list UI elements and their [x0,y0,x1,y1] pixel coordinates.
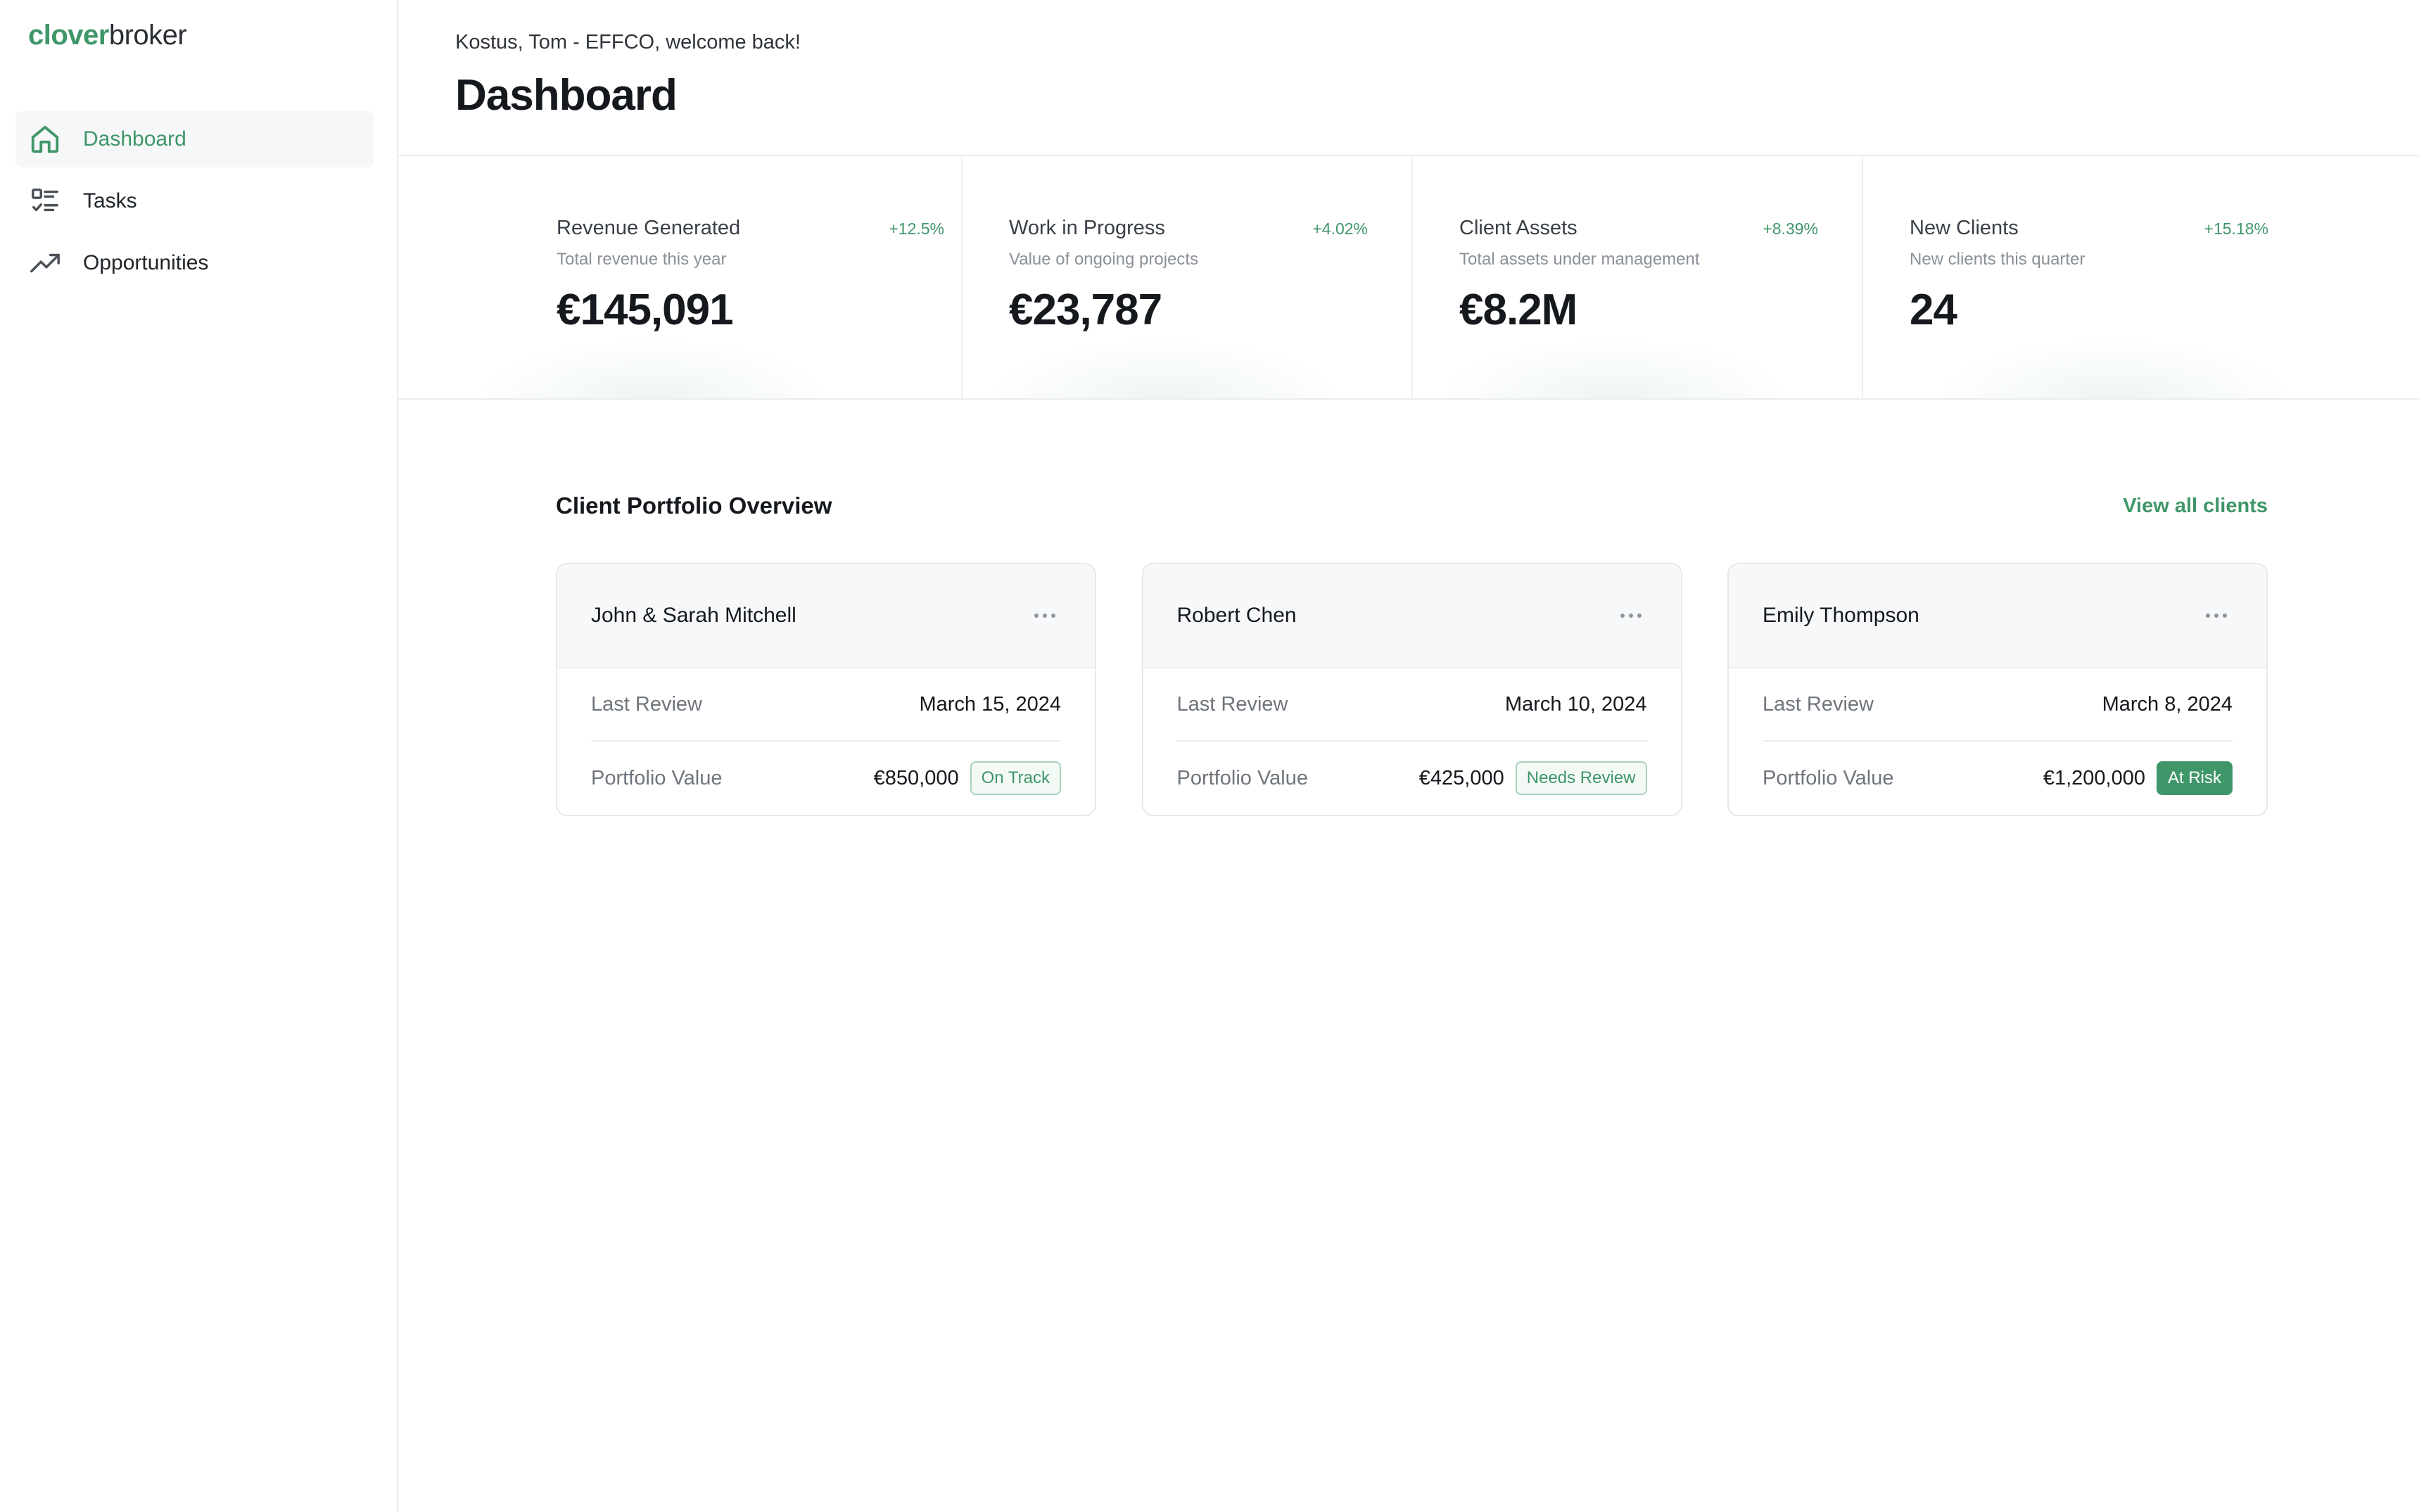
sidebar-item-label: Opportunities [83,251,209,274]
last-review-row: Last Review March 8, 2024 [1763,668,2233,742]
portfolio-value-label: Portfolio Value [1763,766,1894,789]
last-review-label: Last Review [1176,692,1288,716]
stat-value: €23,787 [1009,286,1162,334]
page-title: Dashboard [455,71,678,120]
last-review-row: Last Review March 15, 2024 [591,668,1061,742]
section-title: Client Portfolio Overview [556,493,832,519]
last-review-label: Last Review [591,692,702,716]
client-card-header: John & Sarah Mitchell [557,564,1095,668]
stats-row: Revenue Generated +12.5% Total revenue t… [398,156,2419,400]
welcome-message: Kostus, Tom - EFFCO, welcome back! [455,31,801,53]
more-options-icon[interactable] [2199,606,2234,625]
client-card-header: Robert Chen [1143,564,1681,668]
portfolio-value-label: Portfolio Value [591,766,723,789]
last-review-label: Last Review [1763,692,1874,716]
status-badge: At Risk [2156,761,2233,795]
client-card[interactable]: Robert Chen Last Review March 10, 2024 P… [1141,563,1682,816]
sidebar-nav: Dashboard Tasks Opportunities [15,111,374,297]
portfolio-value-row: Portfolio Value €1,200,000 At Risk [1763,742,2233,815]
stat-label: Work in Progress [1009,217,1165,239]
sidebar-item-label: Dashboard [83,127,186,151]
portfolio-section-header: Client Portfolio Overview View all clien… [556,493,2268,519]
app-root: cloverbroker Dashboard Tasks Opportuniti… [0,0,2419,1512]
sidebar-item-tasks[interactable]: Tasks [15,173,374,229]
home-icon [28,122,62,156]
logo-part-clover: clover [28,20,109,51]
more-options-icon[interactable] [1613,606,1649,625]
stat-value: €145,091 [557,286,734,334]
stat-card-revenue: Revenue Generated +12.5% Total revenue t… [398,156,963,398]
last-review-date: March 8, 2024 [2102,692,2233,716]
portfolio-value: €850,000 [873,766,959,789]
stat-change: +12.5% [889,220,944,238]
trending-up-icon [28,246,62,280]
stat-card-new-clients: New Clients +15.18% New clients this qua… [1863,156,2419,398]
stat-subtitle: New clients this quarter [1910,250,2085,269]
sidebar: cloverbroker Dashboard Tasks Opportuniti… [0,0,398,1512]
sidebar-item-dashboard[interactable]: Dashboard [15,111,374,167]
stat-change: +4.02% [1312,220,1368,238]
portfolio-value-row: Portfolio Value €425,000 Needs Review [1177,742,1647,815]
portfolio-value-label: Portfolio Value [1176,766,1308,789]
stat-change: +15.18% [2204,220,2268,238]
status-badge: Needs Review [1515,761,1647,795]
stat-label: Client Assets [1459,217,1577,239]
sidebar-item-opportunities[interactable]: Opportunities [15,235,374,291]
portfolio-value: €425,000 [1418,766,1504,789]
stat-subtitle: Value of ongoing projects [1009,250,1199,269]
last-review-date: March 10, 2024 [1504,692,1647,716]
stat-subtitle: Total assets under management [1459,250,1700,269]
portfolio-value: €1,200,000 [2043,766,2145,789]
client-cards: John & Sarah Mitchell Last Review March … [556,563,2268,816]
tasks-icon [28,184,62,218]
sidebar-item-label: Tasks [83,189,137,212]
stat-value: 24 [1910,286,1957,334]
stat-card-client-assets: Client Assets +8.39% Total assets under … [1413,156,1863,398]
client-card[interactable]: Emily Thompson Last Review March 8, 2024… [1727,563,2268,816]
client-name: John & Sarah Mitchell [591,604,796,627]
more-options-icon[interactable] [1027,606,1062,625]
status-badge: On Track [970,761,1061,795]
last-review-date: March 15, 2024 [919,692,1061,716]
logo[interactable]: cloverbroker [28,20,187,51]
client-card[interactable]: John & Sarah Mitchell Last Review March … [556,563,1096,816]
stat-label: Revenue Generated [557,217,741,239]
last-review-row: Last Review March 10, 2024 [1176,668,1647,742]
stat-change: +8.39% [1763,220,1818,238]
stat-card-work-in-progress: Work in Progress +4.02% Value of ongoing… [963,156,1413,398]
stat-label: New Clients [1910,217,2019,239]
client-name: Emily Thompson [1763,604,1919,627]
portfolio-value-row: Portfolio Value €850,000 On Track [591,742,1061,815]
stat-subtitle: Total revenue this year [557,250,727,269]
stat-value: €8.2M [1459,286,1577,334]
client-name: Robert Chen [1176,604,1297,627]
logo-part-broker: broker [108,20,187,51]
view-all-clients-link[interactable]: View all clients [2123,495,2268,518]
page-header: Kostus, Tom - EFFCO, welcome back! Dashb… [398,0,2419,156]
client-card-header: Emily Thompson [1729,564,2266,668]
